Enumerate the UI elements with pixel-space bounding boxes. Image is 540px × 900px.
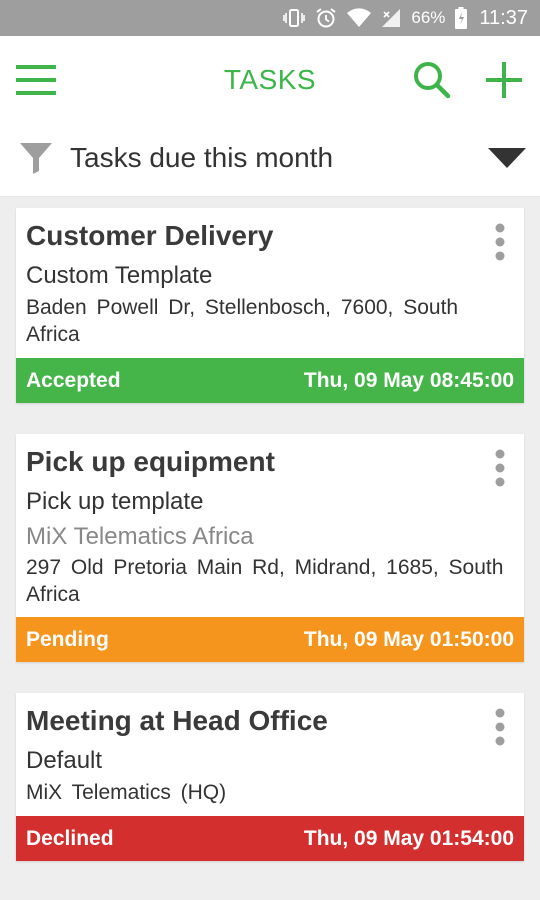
alarm-icon (315, 7, 337, 29)
task-menu-button[interactable] (488, 222, 512, 262)
wifi-icon (347, 7, 372, 29)
battery-percent: 66% (411, 8, 446, 27)
dropdown-arrow-icon[interactable] (488, 148, 526, 168)
more-vert-icon (495, 449, 505, 487)
system-status-bar: 66% 11:37 (0, 0, 540, 36)
more-vert-icon (495, 223, 505, 261)
task-card[interactable]: Meeting at Head Office Default MiX Telem… (16, 693, 524, 861)
task-template: Pick up template (26, 488, 204, 515)
search-icon (414, 62, 451, 99)
task-card[interactable]: Customer Delivery Custom Template Baden … (16, 208, 524, 403)
more-vert-icon (495, 708, 505, 746)
task-card[interactable]: Pick up equipment Pick up template MiX T… (16, 434, 524, 662)
task-due-time: Thu, 09 May 01:54:00 (303, 827, 514, 850)
task-address-line: 297 Old Pretoria Main Rd, Midrand, 1685,… (26, 556, 504, 579)
task-template: Custom Template (26, 262, 213, 289)
search-button[interactable] (412, 60, 452, 100)
add-icon (486, 62, 522, 98)
add-task-button[interactable] (484, 60, 524, 100)
task-status-strip: Pending Thu, 09 May 01:50:00 (16, 617, 524, 662)
app-bar: TASKS (0, 36, 540, 124)
filter-selector[interactable]: Tasks due this month (0, 124, 540, 197)
vibrate-icon (283, 7, 306, 29)
filter-icon (20, 143, 52, 174)
task-status-strip: Accepted Thu, 09 May 08:45:00 (16, 358, 524, 403)
task-template: Default (26, 747, 103, 774)
task-address: 297 Old Pretoria Main Rd, Midrand, 1685,… (26, 554, 522, 608)
status-badge: Accepted (26, 369, 121, 392)
task-title: Customer Delivery (26, 220, 274, 251)
task-title: Pick up equipment (26, 446, 275, 477)
task-due-time: Thu, 09 May 08:45:00 (303, 369, 514, 392)
filter-label: Tasks due this month (70, 142, 334, 173)
menu-icon (16, 65, 56, 95)
signal-icon (381, 7, 401, 29)
task-menu-button[interactable] (488, 448, 512, 488)
task-title: Meeting at Head Office (26, 705, 328, 736)
task-address-line: Baden Powell Dr, Stellenbosch, 7600, Sou… (26, 296, 459, 319)
task-address-line: Africa (26, 323, 80, 346)
task-address-line: Africa (26, 583, 80, 606)
task-menu-button[interactable] (488, 707, 512, 747)
page-title: TASKS (223, 64, 317, 95)
task-address: MiX Telematics (HQ) (26, 779, 522, 806)
menu-button[interactable] (16, 62, 56, 98)
task-address: Baden Powell Dr, Stellenbosch, 7600, Sou… (26, 294, 522, 348)
battery-icon (455, 7, 468, 29)
task-company: MiX Telematics Africa (26, 523, 254, 550)
task-address-line: MiX Telematics (HQ) (26, 781, 227, 804)
task-status-strip: Declined Thu, 09 May 01:54:00 (16, 816, 524, 861)
clock: 11:37 (479, 6, 528, 29)
task-due-time: Thu, 09 May 01:50:00 (303, 628, 514, 651)
status-badge: Declined (26, 827, 114, 850)
status-badge: Pending (26, 628, 109, 651)
